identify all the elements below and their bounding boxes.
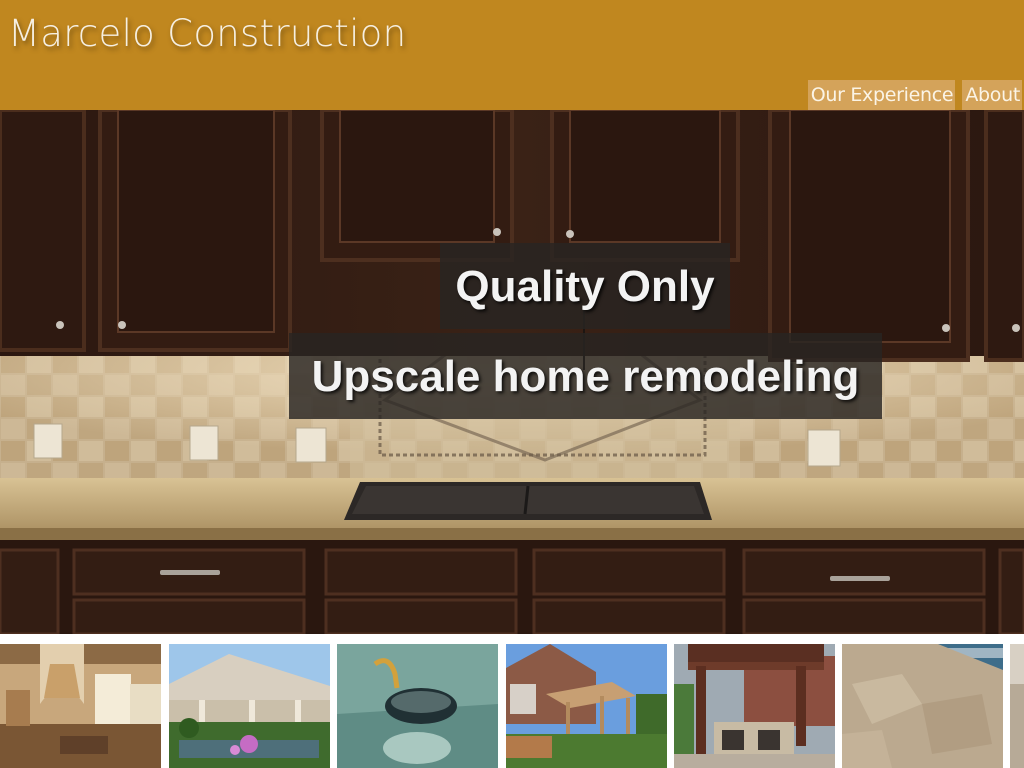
pergola-construction-photo — [506, 644, 667, 768]
stamped-concrete-photo — [842, 644, 1003, 768]
kitchen-interior-photo — [0, 644, 161, 768]
gallery-thumb-patio[interactable] — [169, 644, 330, 768]
gallery-thumb-partial[interactable] — [1010, 644, 1024, 768]
hero-subheadline: Upscale home remodeling — [289, 333, 882, 419]
site-logo-text[interactable]: Marcelo Construction — [8, 12, 406, 55]
gallery-thumb-sink[interactable] — [337, 644, 498, 768]
hero-headline: Quality Only — [440, 243, 730, 329]
hero-banner: Quality Only Upscale home remodeling — [0, 110, 1024, 634]
gallery-thumb-concrete[interactable] — [842, 644, 1003, 768]
nav-our-experience[interactable]: Our Experience — [807, 80, 956, 110]
project-gallery — [0, 644, 1024, 768]
gallery-thumb-pergola-build[interactable] — [506, 644, 667, 768]
gallery-thumb-outdoor-kitchen[interactable] — [674, 644, 835, 768]
site-header: Marcelo Construction Our Experience Abou… — [0, 0, 1024, 110]
partial-photo — [1010, 644, 1024, 768]
glass-vessel-sink-photo — [337, 644, 498, 768]
gallery-thumb-kitchen[interactable] — [0, 644, 161, 768]
outdoor-kitchen-pergola-photo — [674, 644, 835, 768]
covered-patio-pond-photo — [169, 644, 330, 768]
nav-about[interactable]: About — [962, 80, 1022, 110]
main-nav: Our Experience About — [807, 80, 1022, 110]
